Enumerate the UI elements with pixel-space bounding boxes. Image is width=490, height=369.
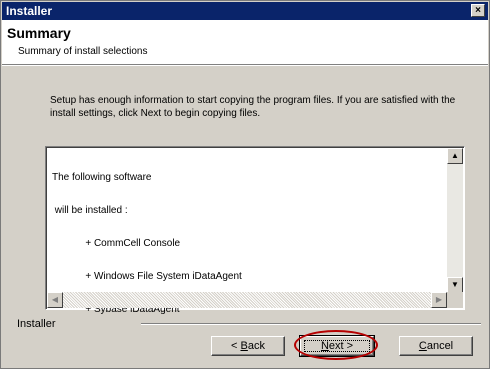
footer-divider: [141, 323, 481, 325]
page-title: Summary: [7, 25, 71, 41]
summary-line: will be installed :: [52, 205, 128, 216]
vertical-scrollbar[interactable]: ▲ ▼: [447, 148, 463, 293]
scroll-down-icon[interactable]: ▼: [447, 277, 463, 293]
summary-line: The following software: [52, 172, 152, 183]
summary-line: + CommCell Console: [52, 238, 181, 249]
back-button-prefix: <: [231, 340, 241, 352]
back-button[interactable]: < Back: [211, 336, 285, 356]
next-button[interactable]: Next >: [299, 335, 375, 357]
title-bar[interactable]: Installer ×: [2, 2, 488, 20]
summary-textbox[interactable]: The following software will be installed…: [45, 146, 465, 315]
scrollbar-corner: [447, 292, 463, 308]
scroll-right-icon[interactable]: ▶: [431, 292, 447, 308]
focus-rect: [304, 340, 370, 352]
cancel-button-label: ancel: [426, 340, 454, 352]
installer-window: Installer × Summary Summary of install s…: [0, 0, 490, 369]
horizontal-scrollbar[interactable]: ◀ ▶: [47, 292, 447, 308]
summary-line: + Windows File System iDataAgent: [52, 271, 242, 282]
scroll-up-icon[interactable]: ▲: [447, 148, 463, 164]
window-title: Installer: [6, 4, 53, 18]
cancel-button-mnemonic: C: [418, 340, 427, 352]
header-divider: [2, 65, 488, 66]
intro-text: Setup has enough information to start co…: [50, 95, 456, 119]
back-button-mnemonic: B: [240, 340, 248, 352]
close-icon[interactable]: ×: [471, 4, 485, 17]
back-button-label: ack: [247, 340, 265, 352]
footer-label: Installer: [17, 318, 56, 330]
scroll-left-icon[interactable]: ◀: [47, 292, 63, 308]
cancel-button[interactable]: Cancel: [399, 336, 473, 356]
page-subtitle: Summary of install selections: [18, 46, 148, 57]
summary-content: The following software will be installed…: [52, 150, 242, 337]
wizard-header: Summary Summary of install selections: [2, 20, 488, 65]
